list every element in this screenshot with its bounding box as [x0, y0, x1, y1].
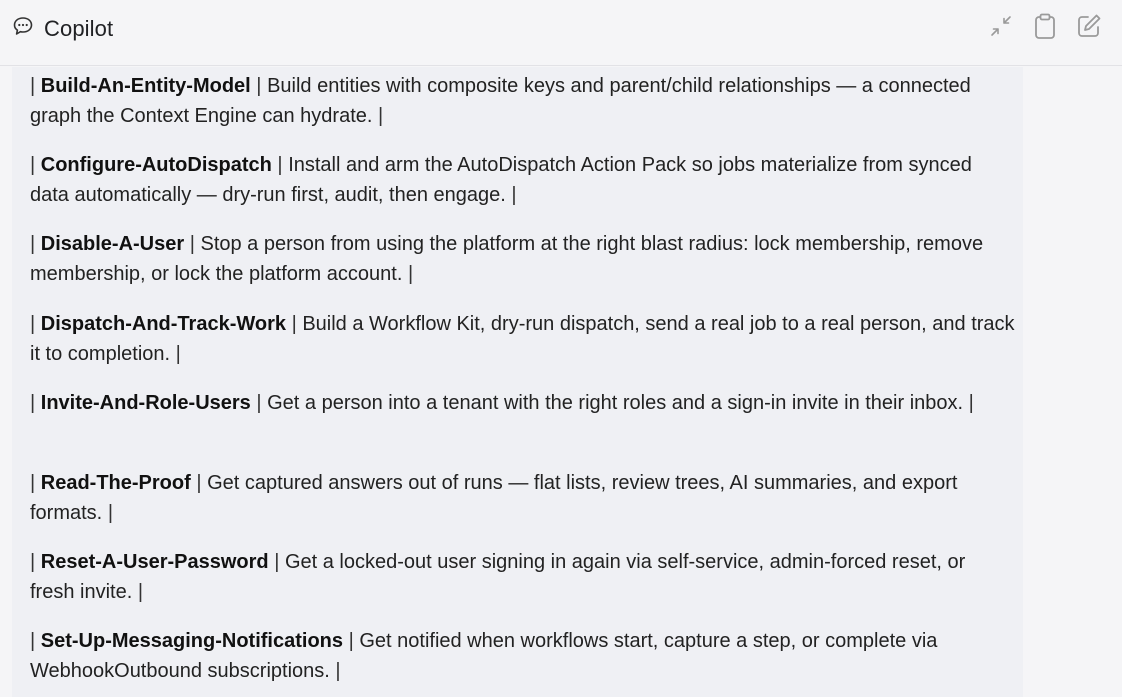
edit-icon: [1075, 12, 1103, 45]
table-divider: |: [107, 501, 114, 524]
list-item: | Disable-A-User | Stop a person from us…: [30, 230, 1015, 289]
table-divider: |: [277, 154, 283, 176]
table-divider: |: [30, 472, 36, 494]
table-divider: |: [175, 342, 181, 365]
table-divider: |: [348, 630, 354, 652]
list-item: | Invite-And-Role-Users | Get a person i…: [30, 389, 1015, 419]
list-item: | Dispatch-And-Track-Work | Build a Work…: [30, 310, 1015, 369]
skill-name: Invite-And-Role-Users: [40, 392, 251, 414]
table-divider: |: [30, 630, 36, 652]
minimize-button[interactable]: [986, 13, 1016, 43]
minimize-arrows-icon: [987, 12, 1015, 45]
table-divider: |: [274, 551, 280, 573]
list-item: | Configure-AutoDispatch | Install and a…: [30, 151, 1015, 210]
table-divider: |: [30, 551, 36, 573]
table-divider: |: [291, 313, 297, 335]
copilot-message-body: | Build-An-Entity-Model | Build entities…: [12, 67, 1023, 697]
copilot-header: Copilot: [0, 0, 1122, 66]
list-item: | Set-Up-Messaging-Notifications | Get n…: [30, 627, 1015, 686]
skill-name: Read-The-Proof: [40, 472, 191, 494]
skill-name: Reset-A-User-Password: [40, 551, 269, 573]
skill-name: Set-Up-Messaging-Notifications: [40, 630, 344, 652]
skill-name: Configure-AutoDispatch: [40, 154, 272, 176]
table-divider: |: [30, 233, 36, 255]
panel-title: Copilot: [44, 15, 114, 41]
header-title-group: Copilot: [12, 15, 113, 42]
edit-button[interactable]: [1074, 13, 1104, 43]
table-divider: |: [407, 262, 414, 285]
table-divider: |: [30, 392, 36, 414]
skill-name: Dispatch-And-Track-Work: [40, 313, 286, 335]
table-divider: |: [968, 392, 974, 414]
table-divider: |: [30, 154, 36, 176]
table-divider: |: [137, 580, 144, 603]
list-item: | Build-An-Entity-Model | Build entities…: [30, 72, 1015, 131]
table-divider: |: [256, 75, 262, 97]
list-item: | Reset-A-User-Password | Get a locked-o…: [30, 548, 1015, 607]
list-item: | Read-The-Proof | Get captured answers …: [30, 469, 1015, 528]
table-divider: |: [511, 183, 517, 206]
skill-name: Build-An-Entity-Model: [40, 75, 251, 97]
table-divider: |: [196, 472, 202, 494]
header-actions: [986, 13, 1104, 43]
table-divider: |: [378, 104, 384, 127]
clipboard-button[interactable]: [1030, 13, 1060, 43]
table-divider: |: [189, 233, 195, 255]
skill-name: Disable-A-User: [40, 233, 185, 255]
table-divider: |: [335, 659, 341, 682]
clipboard-icon: [1032, 12, 1058, 45]
skill-description: Get a person into a tenant with the righ…: [267, 392, 964, 414]
chat-bubble-icon: [12, 15, 34, 42]
table-divider: |: [30, 75, 36, 97]
table-divider: |: [30, 313, 36, 335]
table-divider: |: [256, 392, 262, 414]
